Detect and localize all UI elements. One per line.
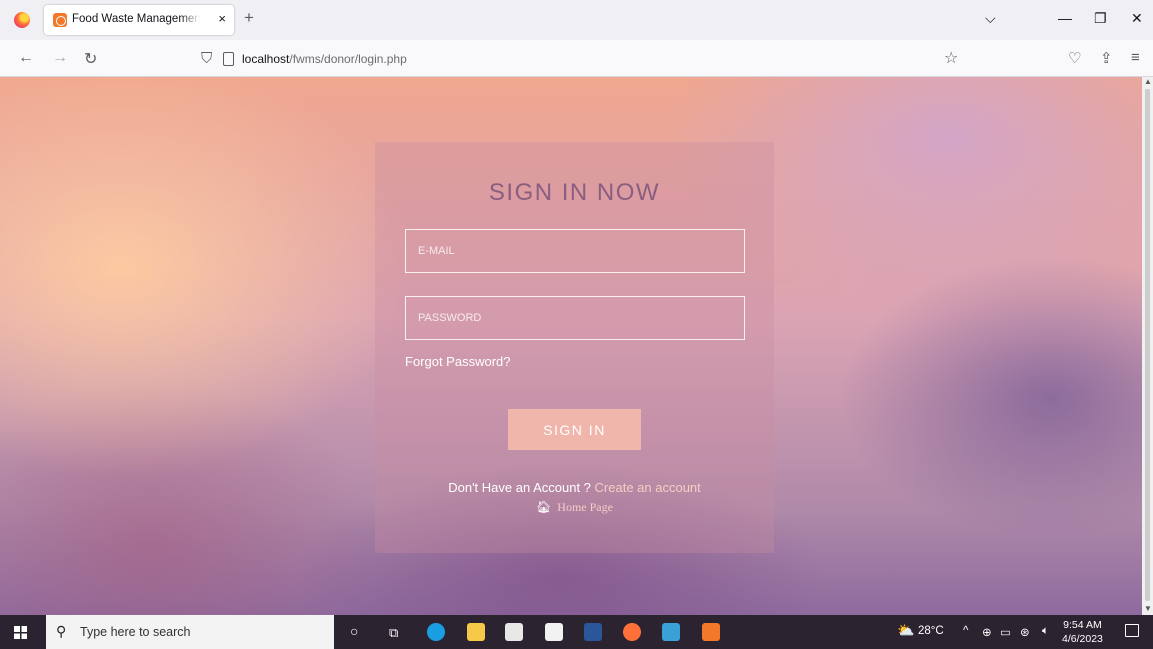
address-bar[interactable]: ⛉ localhost/fwms/donor/login.php ☆	[196, 45, 968, 73]
tab-close-button[interactable]: ×	[218, 11, 226, 26]
tab-title: Food Waste Management Syste	[72, 13, 200, 25]
clock-date: 4/6/2023	[1062, 633, 1103, 645]
back-arrow-icon[interactable]: ←	[18, 49, 34, 67]
close-window-button[interactable]: ✕	[1131, 10, 1143, 27]
pocket-icon[interactable]: ♡	[1068, 49, 1081, 67]
share-icon[interactable]: ⇪	[1100, 49, 1113, 67]
taskbar: ⚲ Type here to search ○ ⧉ ⛅ 28°C ^ ⊕ ▭ ⊛…	[0, 615, 1153, 649]
home-icon: 🏠︎	[536, 500, 552, 514]
scrollbar[interactable]: ▲ ▼	[1142, 77, 1153, 615]
no-account-text: Don't Have an Account ?	[448, 480, 591, 495]
shield-icon[interactable]: ⛉	[201, 50, 212, 67]
email-field[interactable]	[405, 229, 745, 273]
url-host: localhost	[242, 52, 290, 66]
volume-icon[interactable]: 🔈︎	[1042, 625, 1049, 638]
task-view-icon[interactable]: ⧉	[389, 625, 398, 641]
password-field[interactable]	[405, 296, 745, 340]
firefox-taskbar-icon[interactable]	[623, 623, 641, 641]
url-path: /fwms/donor/login.php	[289, 52, 407, 66]
minimize-button[interactable]: —	[1058, 10, 1072, 26]
bookmark-star-icon[interactable]: ☆	[944, 48, 958, 68]
edge-icon[interactable]	[427, 623, 445, 641]
clock[interactable]: 9:54 AM 4/6/2023	[1062, 618, 1103, 646]
page-icon	[223, 52, 234, 66]
create-account-link[interactable]: Create an account	[595, 480, 701, 495]
home-page-link[interactable]: Home Page	[557, 500, 613, 514]
weather-temp[interactable]: 28°C	[918, 625, 944, 637]
browser-tab-bar: Food Waste Management Syste × + ⌵ — ❐ ✕	[0, 0, 1153, 40]
url-text[interactable]: localhost/fwms/donor/login.php	[242, 52, 407, 66]
scroll-thumb[interactable]	[1145, 89, 1150, 601]
app-icon[interactable]	[662, 623, 680, 641]
windows-start-icon[interactable]	[14, 626, 27, 639]
show-hidden-icons-icon[interactable]: ^	[963, 625, 968, 637]
menu-icon[interactable]: ≡	[1131, 49, 1140, 66]
browser-nav-bar: ← → ↻ ⛉ localhost/fwms/donor/login.php ☆…	[0, 40, 1153, 77]
network-icon[interactable]: ⊕	[982, 625, 992, 639]
forward-arrow-icon[interactable]: →	[52, 49, 68, 67]
word-icon[interactable]	[584, 623, 602, 641]
mail-icon[interactable]	[545, 623, 563, 641]
login-card: SIGN IN NOW Forgot Password? SIGN IN Don…	[375, 142, 774, 553]
search-placeholder: Type here to search	[80, 625, 191, 639]
new-tab-button[interactable]: +	[244, 8, 254, 28]
scroll-up-icon[interactable]: ▲	[1144, 77, 1152, 86]
store-icon[interactable]	[505, 623, 523, 641]
firefox-icon[interactable]	[14, 12, 30, 28]
cortana-icon[interactable]: ○	[350, 623, 358, 639]
language-icon[interactable]: ⊛	[1020, 625, 1030, 639]
forgot-password-link[interactable]: Forgot Password?	[405, 354, 511, 369]
search-icon: ⚲	[56, 623, 67, 639]
list-all-tabs-icon[interactable]: ⌵	[985, 10, 996, 27]
page-background: SIGN IN NOW Forgot Password? SIGN IN Don…	[0, 77, 1142, 615]
file-explorer-icon[interactable]	[467, 623, 485, 641]
battery-icon[interactable]: ▭	[1000, 625, 1011, 639]
account-prompt: Don't Have an Account ? Create an accoun…	[375, 480, 774, 495]
home-page-link-row[interactable]: 🏠︎ Home Page	[375, 500, 774, 515]
tab-food-waste-management[interactable]: Food Waste Management Syste ×	[44, 5, 234, 35]
xampp-icon[interactable]	[702, 623, 720, 641]
notification-icon[interactable]	[1125, 624, 1139, 637]
taskbar-search[interactable]: ⚲ Type here to search	[46, 615, 334, 649]
clock-time: 9:54 AM	[1063, 619, 1102, 631]
page-title: SIGN IN NOW	[488, 179, 661, 206]
site-favicon-icon	[53, 13, 67, 27]
sign-in-button[interactable]: SIGN IN	[508, 409, 641, 450]
weather-icon[interactable]: ⛅	[897, 622, 914, 639]
restore-button[interactable]: ❐	[1094, 10, 1107, 27]
reload-icon[interactable]: ↻	[84, 49, 97, 69]
scroll-down-icon[interactable]: ▼	[1144, 604, 1152, 613]
